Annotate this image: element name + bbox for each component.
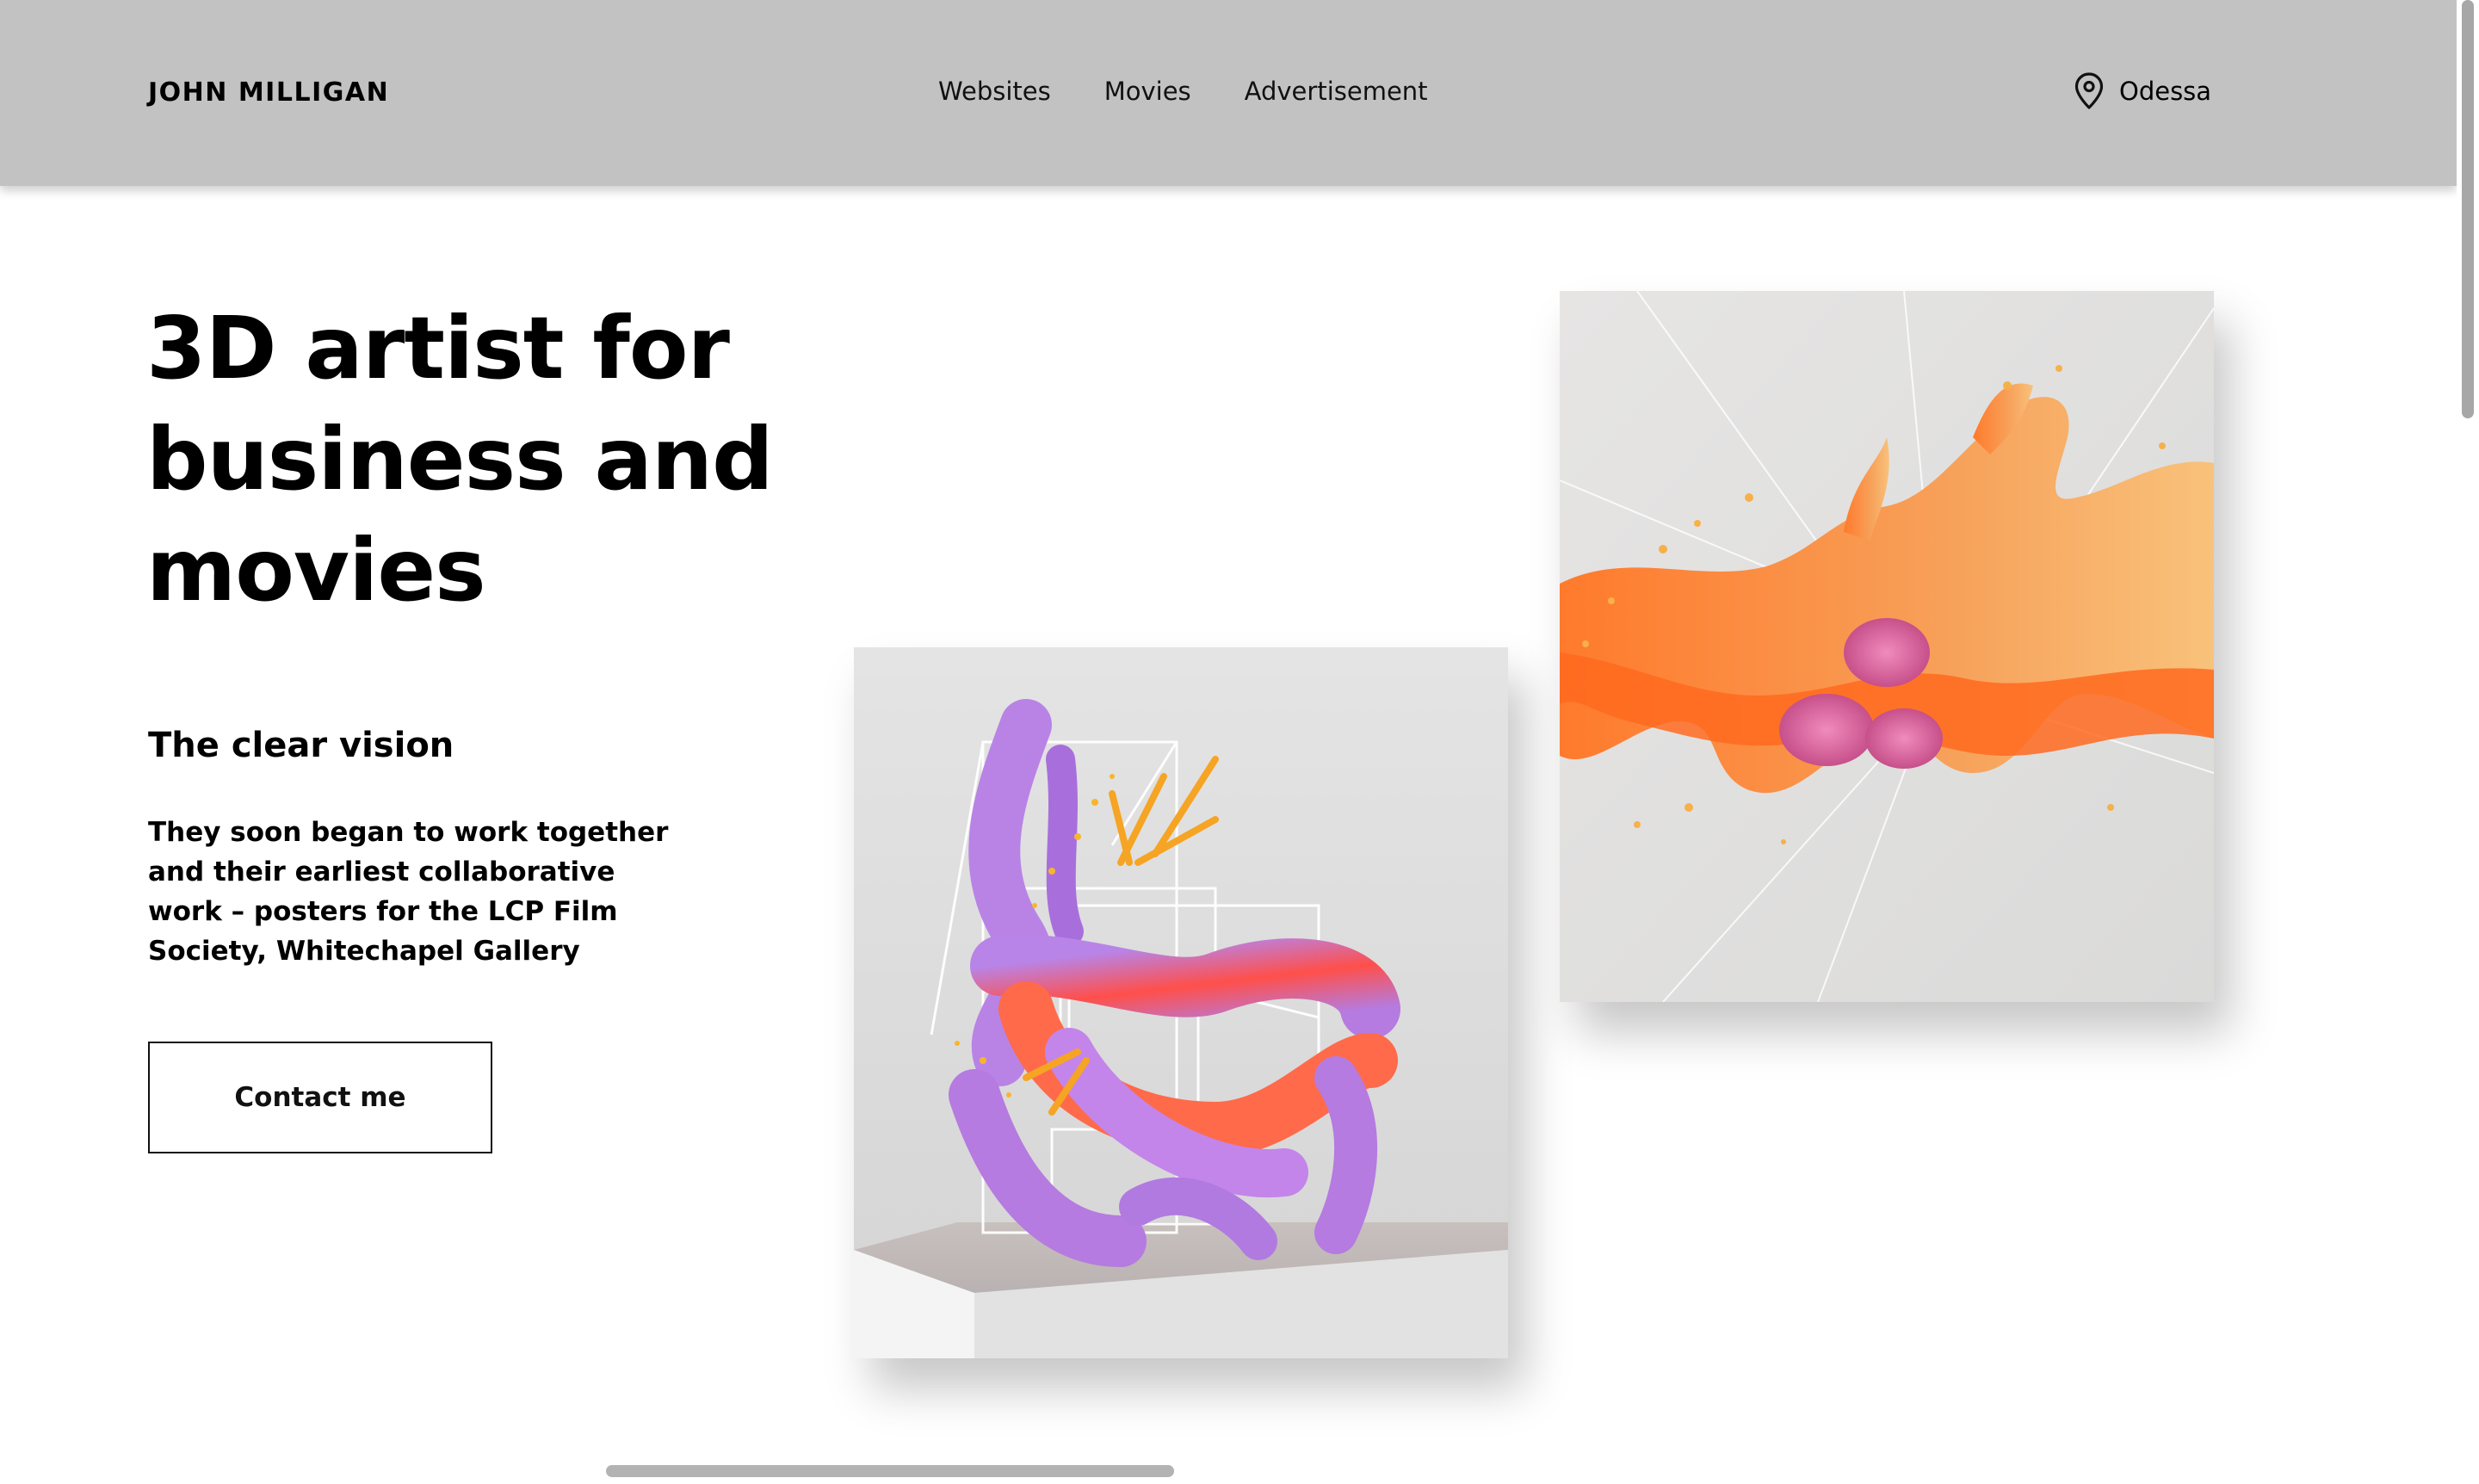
description-line: work – posters for the LCP Film <box>148 896 618 927</box>
main-nav: Websites Movies Advertisement <box>938 74 1428 108</box>
hero-title-line: 3D artist for <box>146 298 730 399</box>
location-selector[interactable]: Odessa <box>2074 71 2211 112</box>
hero-description: They soon began to work together and the… <box>148 813 682 971</box>
artwork-image-orange-sculpture[interactable] <box>1560 291 2214 1002</box>
nav-link-websites[interactable]: Websites <box>938 74 1051 108</box>
contact-me-button[interactable]: Contact me <box>148 1042 492 1153</box>
artwork-image-purple-sculpture[interactable] <box>854 647 1508 1358</box>
description-line: Society, Whitechapel Gallery <box>148 936 580 967</box>
location-pin-icon <box>2074 72 2104 110</box>
site-header: JOHN MILLIGAN Websites Movies Advertisem… <box>0 0 2457 186</box>
page: JOHN MILLIGAN Websites Movies Advertisem… <box>0 0 2479 1484</box>
description-line: and their earliest collaborative <box>148 856 615 887</box>
brand-logo[interactable]: JOHN MILLIGAN <box>148 76 389 110</box>
location-label: Odessa <box>2119 77 2212 106</box>
hero-title-line: movies <box>146 520 486 621</box>
nav-link-advertisement[interactable]: Advertisement <box>1245 74 1428 108</box>
section-subtitle: The clear vision <box>148 726 454 765</box>
vertical-scrollbar[interactable] <box>2457 0 2479 1484</box>
description-line: They soon began to work together <box>148 817 669 848</box>
hero-title: 3D artist for business and movies <box>146 293 852 626</box>
nav-link-movies[interactable]: Movies <box>1104 74 1191 108</box>
horizontal-scrollbar-thumb[interactable] <box>606 1465 1174 1477</box>
vertical-scrollbar-thumb[interactable] <box>2462 0 2474 418</box>
hero-title-line: business and <box>146 409 774 510</box>
